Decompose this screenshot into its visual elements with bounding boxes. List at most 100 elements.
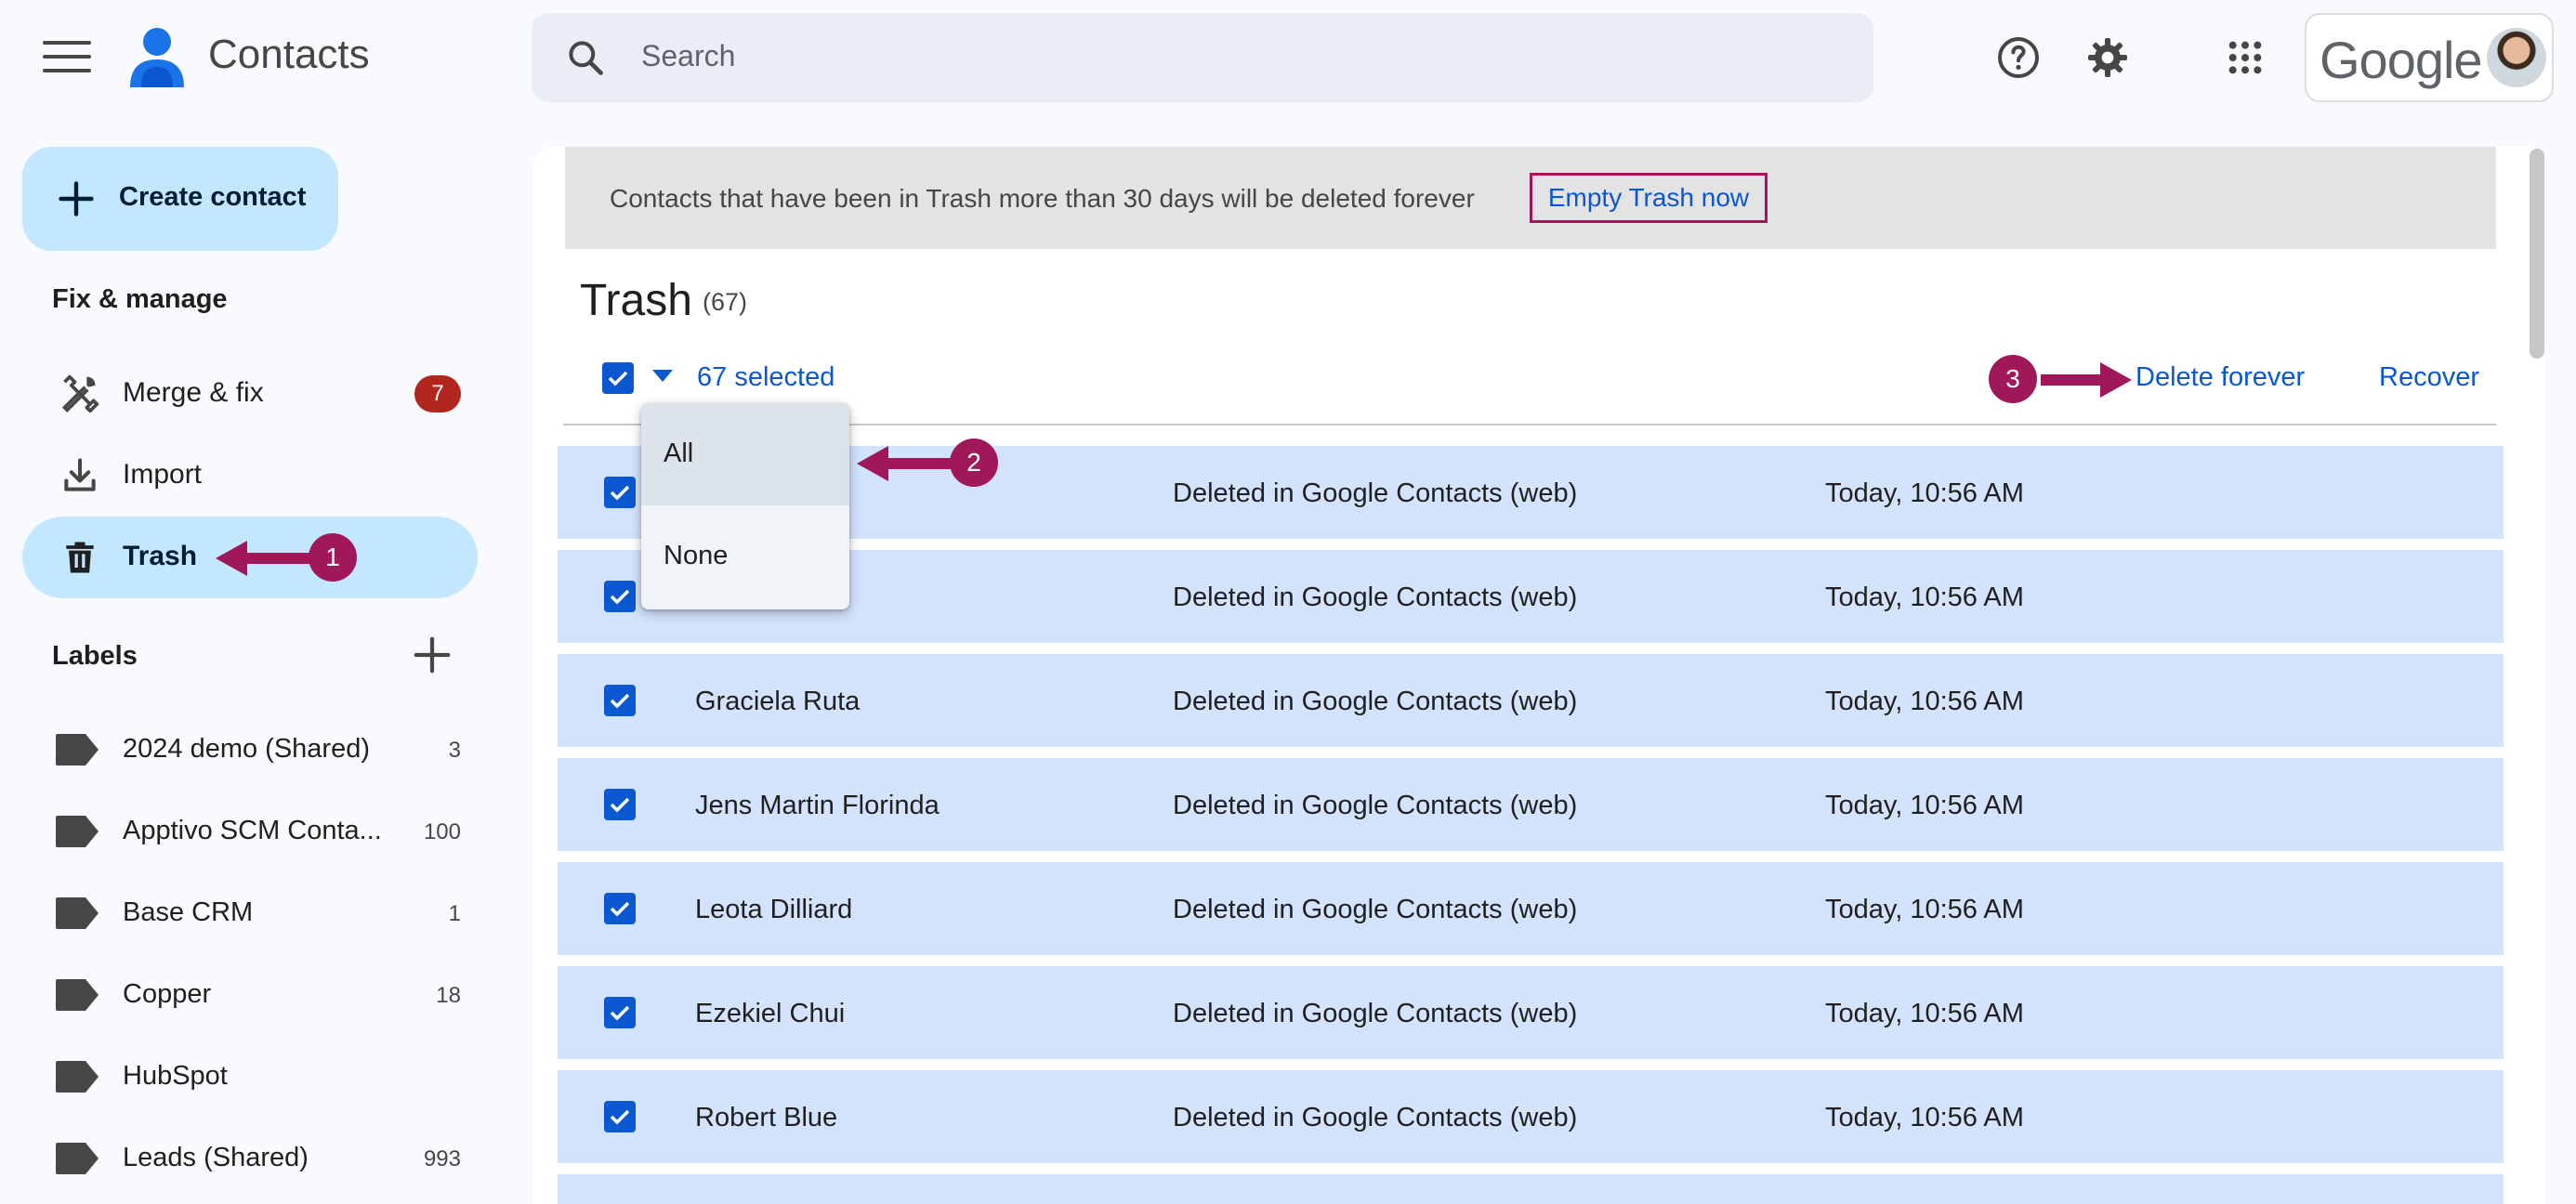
label-count: 993 [423,1146,461,1171]
gear-icon[interactable] [2085,35,2130,80]
option-label: None [664,541,729,570]
sidebar-item-label: Import [123,459,203,490]
check-icon [610,797,630,813]
labels-heading: Labels [52,641,138,671]
contact-name: Jens Martin Florinda [695,791,940,820]
check-icon [610,1005,630,1021]
contact-name: Graciela Ruta [695,687,861,716]
sidebar-label-item[interactable]: Leads (Shared) 993 [22,1122,478,1197]
label-name: Apptivo SCM Conta... [123,816,382,845]
trash-icon [66,542,94,573]
search-input[interactable]: Search [641,39,735,73]
deleted-source: Deleted in Google Contacts (web) [1173,687,1578,716]
deleted-source: Deleted in Google Contacts (web) [1173,999,1578,1028]
contact-name: Ezekiel Chui [695,999,846,1028]
deleted-source: Deleted in Google Contacts (web) [1173,791,1578,820]
label-tag-icon [56,734,99,766]
contact-name: Robert Blue [695,1103,838,1132]
row-checkbox[interactable] [604,893,636,924]
sidebar-label-item[interactable]: 2024 demo (Shared) 3 [22,713,478,788]
google-wordmark: Google [2320,31,2483,89]
table-row[interactable]: Graciela Ruta Deleted in Google Contacts… [558,654,2504,747]
avatar[interactable] [2487,28,2546,87]
search-bar[interactable]: Search [532,13,1873,102]
table-row[interactable]: Robert Blue Deleted in Google Contacts (… [558,1070,2504,1163]
annotation-marker-2: 2 [950,438,998,487]
label-name: HubSpot [123,1061,228,1091]
select-all-option[interactable]: All [641,403,849,505]
sidebar-label-item[interactable]: Copper 18 [22,959,478,1033]
contact-name: Leota Dilliard [695,895,853,924]
label-tag-icon [56,1061,99,1093]
label-count: 18 [436,983,461,1008]
check-icon [610,589,630,605]
table-row[interactable] [558,1174,2504,1204]
row-checkbox[interactable] [604,789,636,820]
annotation-marker-3: 3 [1989,355,2037,403]
check-icon [610,1109,630,1125]
sidebar-item-import[interactable]: Import [22,435,478,517]
sidebar-label-item[interactable]: Apptivo SCM Conta... 100 [22,795,478,870]
empty-trash-button[interactable]: Empty Trash now [1530,173,1768,223]
option-label: All [664,438,694,468]
contacts-logo-icon [128,26,186,89]
label-name: Copper [123,979,212,1009]
row-checkbox[interactable] [604,1101,636,1132]
selected-count[interactable]: 67 selected [697,362,835,393]
row-checkbox[interactable] [604,685,636,716]
apps-grid-icon[interactable] [2227,39,2264,76]
label-count: 100 [423,819,461,844]
hamburger-menu-icon[interactable] [43,41,91,74]
row-checkbox[interactable] [604,997,636,1028]
sidebar-label-item[interactable]: HubSpot [22,1040,478,1115]
label-tag-icon [56,979,99,1011]
recover-button[interactable]: Recover [2379,362,2479,393]
deleted-source: Deleted in Google Contacts (web) [1173,895,1578,924]
table-row[interactable]: er Deleted in Google Contacts (web) Toda… [558,550,2504,643]
table-row[interactable]: Deleted in Google Contacts (web) Today, … [558,446,2504,539]
table-row[interactable]: Jens Martin Florinda Deleted in Google C… [558,758,2504,851]
plus-icon [59,181,94,216]
fix-manage-heading: Fix & manage [52,284,228,314]
label-tag-icon [56,897,99,929]
table-row[interactable]: Leota Dilliard Deleted in Google Contact… [558,862,2504,955]
check-icon [610,485,630,501]
deleted-source: Deleted in Google Contacts (web) [1173,582,1578,612]
sidebar-item-label: Trash [123,541,198,571]
create-contact-label: Create contact [119,182,307,212]
select-all-checkbox[interactable] [602,362,634,394]
delete-forever-button[interactable]: Delete forever [2136,362,2305,393]
search-icon[interactable] [565,37,606,78]
deleted-time: Today, 10:56 AM [1825,1103,2024,1132]
create-contact-button[interactable]: Create contact [22,147,338,251]
label-name: Leads (Shared) [123,1143,309,1172]
page-title: Trash [580,276,692,325]
check-icon [610,693,630,709]
label-name: 2024 demo (Shared) [123,734,370,764]
row-checkbox[interactable] [604,581,636,612]
label-count: 1 [448,901,461,926]
trash-count: (67) [703,288,748,316]
sidebar-item-merge-fix[interactable]: Merge & fix 7 [22,353,478,435]
label-count: 3 [448,738,461,763]
check-icon [608,371,628,386]
label-tag-icon [56,1143,99,1174]
deleted-time: Today, 10:56 AM [1825,478,2024,508]
annotation-arrow-1 [216,541,310,576]
label-name: Base CRM [123,897,254,927]
deleted-time: Today, 10:56 AM [1825,895,2024,924]
add-label-icon[interactable] [411,634,453,676]
table-row[interactable]: Ezekiel Chui Deleted in Google Contacts … [558,966,2504,1059]
sidebar-label-item[interactable]: Base CRM 1 [22,877,478,951]
banner-text: Contacts that have been in Trash more th… [610,184,1475,213]
row-checkbox[interactable] [604,477,636,508]
select-dropdown-caret-icon[interactable] [652,370,673,383]
select-none-option[interactable]: None [641,505,849,608]
annotation-marker-1: 1 [309,533,357,582]
help-icon[interactable] [1996,35,2041,80]
deleted-time: Today, 10:56 AM [1825,582,2024,612]
scrollbar-thumb[interactable] [2530,149,2544,359]
account-switcher[interactable]: Google [2305,13,2554,102]
deleted-source: Deleted in Google Contacts (web) [1173,478,1578,508]
label-tag-icon [56,816,99,847]
